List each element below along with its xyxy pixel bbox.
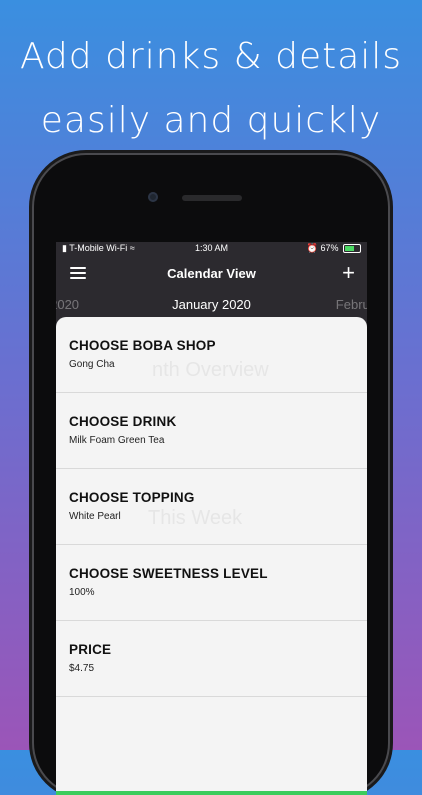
row-label: CHOOSE SWEETNESS LEVEL <box>69 566 268 581</box>
add-button[interactable]: + <box>342 260 355 286</box>
speaker-grille <box>182 195 242 201</box>
status-bar: ▮ T-Mobile Wi-Fi ≈ 1:30 AM ⏰ 67% <box>56 242 367 254</box>
row-label: CHOOSE TOPPING <box>69 490 195 505</box>
row-topping[interactable]: CHOOSE TOPPING White Pearl <box>56 469 367 545</box>
row-label: CHOOSE BOBA SHOP <box>69 338 216 353</box>
month-selector: y 2020 January 2020 Februa <box>56 297 367 315</box>
row-price[interactable]: PRICE $4.75 <box>56 621 367 697</box>
row-value: Gong Cha <box>69 359 115 370</box>
row-value: 100% <box>69 587 95 598</box>
row-boba-shop[interactable]: CHOOSE BOBA SHOP Gong Cha <box>56 317 367 393</box>
add-drink-sheet: nth Overview This Week CHOOSE BOBA SHOP … <box>56 317 367 795</box>
month-current: January 2020 <box>172 297 251 312</box>
status-right: ⏰ 67% <box>307 243 361 254</box>
row-label: CHOOSE DRINK <box>69 414 177 429</box>
row-drink[interactable]: CHOOSE DRINK Milk Foam Green Tea <box>56 393 367 469</box>
alarm-icon: ⏰ <box>306 243 318 253</box>
battery-icon <box>343 244 361 254</box>
row-sweetness[interactable]: CHOOSE SWEETNESS LEVEL 100% <box>56 545 367 621</box>
camera-icon <box>148 192 158 202</box>
row-label: PRICE <box>69 642 112 657</box>
app-screen: ▮ T-Mobile Wi-Fi ≈ 1:30 AM ⏰ 67% Calenda… <box>56 242 367 795</box>
month-next[interactable]: Februa <box>336 297 367 312</box>
nav-title: Calendar View <box>167 266 256 281</box>
row-value: $4.75 <box>69 663 95 674</box>
battery-percent: 67% <box>320 243 339 253</box>
navigation-bar: Calendar View + <box>56 260 367 290</box>
row-value: White Pearl <box>69 511 121 522</box>
save-button[interactable] <box>56 791 367 795</box>
phone-frame: ▮ T-Mobile Wi-Fi ≈ 1:30 AM ⏰ 67% Calenda… <box>34 155 388 795</box>
row-value: Milk Foam Green Tea <box>69 435 165 446</box>
headline-line-1: Add drinks & details <box>19 36 403 77</box>
headline-line-2: easily and quickly <box>40 100 382 141</box>
